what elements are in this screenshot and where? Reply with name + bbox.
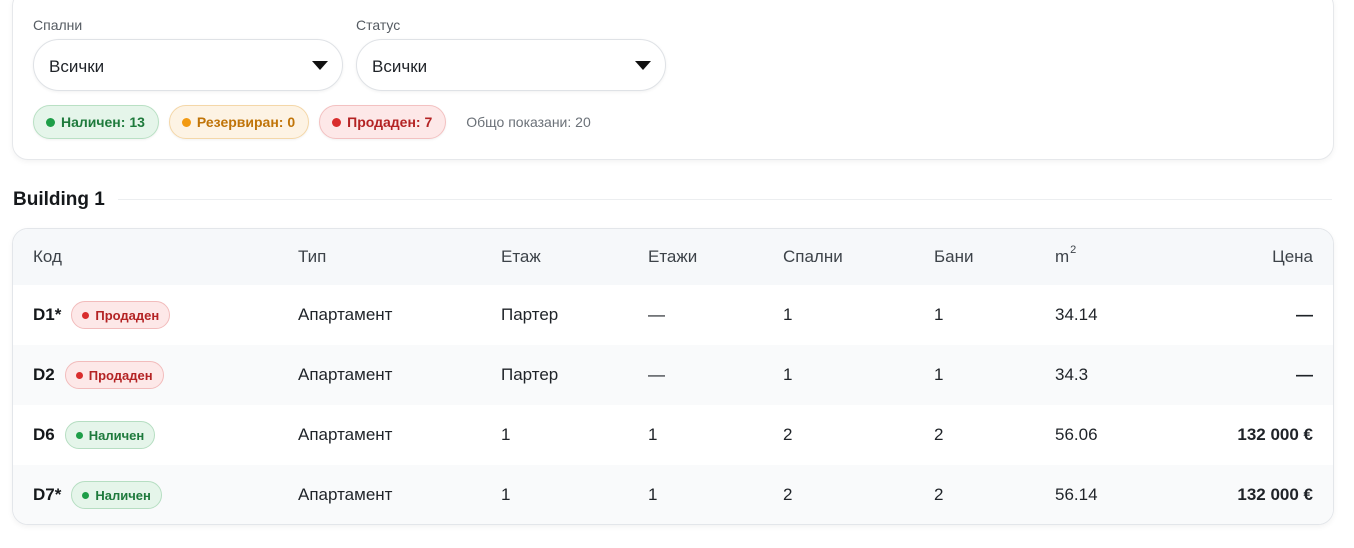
type-cell: Апартамент xyxy=(298,305,393,324)
bathrooms-cell: 1 xyxy=(934,365,944,384)
floors-cell: — xyxy=(648,305,665,324)
unit-code: D2 xyxy=(33,365,55,384)
red-dot-icon xyxy=(332,117,342,127)
code-cell: D1* Продаден xyxy=(33,285,171,345)
header-floor[interactable]: Етаж xyxy=(501,229,541,285)
table-header: Код Тип Етаж Етажи Спални Бани m2 Цена xyxy=(13,229,1333,285)
header-area[interactable]: m2 xyxy=(1055,229,1076,285)
status-badge-label: Наличен xyxy=(88,427,145,443)
table-row[interactable]: D7* Наличен Апартамент 1 1 2 2 56.14 132… xyxy=(13,465,1333,524)
unit-code: D1* xyxy=(33,305,62,324)
units-table: Код Тип Етаж Етажи Спални Бани m2 Цена D… xyxy=(12,228,1334,525)
reserved-count-chip[interactable]: Резервиран: 0 xyxy=(168,105,310,139)
status-badge: Продаден xyxy=(64,361,164,389)
header-area-sup: 2 xyxy=(1070,244,1077,256)
bedrooms-cell: 2 xyxy=(783,485,793,504)
caret-down-icon xyxy=(635,61,651,70)
status-filter: Статус Всички xyxy=(356,15,666,91)
green-dot-icon xyxy=(46,117,55,127)
bedrooms-cell: 1 xyxy=(783,365,793,384)
green-dot-icon xyxy=(75,431,83,439)
price-cell: 132 000 € xyxy=(1237,425,1313,444)
type-cell: Апартамент xyxy=(298,425,393,444)
caret-down-icon xyxy=(312,61,328,70)
header-code[interactable]: Код xyxy=(33,229,62,285)
status-badge-label: Продаден xyxy=(95,307,160,323)
unit-code: D6 xyxy=(33,425,55,444)
price-cell: — xyxy=(1296,305,1313,324)
code-cell: D6 Наличен xyxy=(33,405,156,465)
header-floors[interactable]: Етажи xyxy=(648,229,697,285)
area-cell: 56.14 xyxy=(1055,485,1098,504)
status-select-value: Всички xyxy=(372,57,428,76)
filter-panel: Спални Всички Статус Всички Наличен: 13 … xyxy=(12,0,1334,160)
bathrooms-cell: 2 xyxy=(934,425,944,444)
available-count-chip[interactable]: Наличен: 13 xyxy=(33,105,159,139)
status-badge-label: Наличен xyxy=(95,487,151,503)
status-badge-label: Продаден xyxy=(88,367,153,383)
floors-cell: 1 xyxy=(648,425,658,444)
available-count-label: Наличен: 13 xyxy=(61,114,145,130)
table-row[interactable]: D2 Продаден Апартамент Партер — 1 1 34.3… xyxy=(13,345,1333,405)
area-cell: 34.3 xyxy=(1055,365,1089,384)
bathrooms-cell: 2 xyxy=(934,485,944,504)
floor-cell: Партер xyxy=(501,305,559,324)
area-cell: 56.06 xyxy=(1055,425,1098,444)
area-cell: 34.14 xyxy=(1055,305,1098,324)
building-title: Building 1 xyxy=(13,189,105,210)
bedrooms-select[interactable]: Всички xyxy=(33,39,343,91)
floors-cell: — xyxy=(648,365,665,384)
floor-cell: 1 xyxy=(501,425,511,444)
price-cell: 132 000 € xyxy=(1237,485,1313,504)
header-bathrooms[interactable]: Бани xyxy=(934,229,974,285)
status-select[interactable]: Всички xyxy=(356,39,666,91)
floor-cell: 1 xyxy=(501,485,511,504)
table-row[interactable]: D1* Продаден Апартамент Партер — 1 1 34.… xyxy=(13,285,1333,345)
divider xyxy=(118,199,1332,200)
orange-dot-icon xyxy=(181,117,191,127)
red-dot-icon xyxy=(75,371,83,379)
code-cell: D2 Продаден xyxy=(33,345,164,405)
code-cell: D7* Наличен xyxy=(33,465,162,524)
price-cell: — xyxy=(1296,365,1313,384)
bedrooms-filter-label: Спални xyxy=(33,17,83,33)
green-dot-icon xyxy=(82,491,90,499)
unit-code: D7* xyxy=(33,485,62,504)
bedrooms-cell: 1 xyxy=(783,305,793,324)
total-shown-text: Общо показани: 20 xyxy=(466,114,591,130)
status-badge: Продаден xyxy=(71,301,171,329)
header-price[interactable]: Цена xyxy=(1272,229,1313,285)
floor-cell: Партер xyxy=(501,365,559,384)
status-badge: Наличен xyxy=(71,481,162,509)
sold-count-label: Продаден: 7 xyxy=(347,114,433,130)
floors-cell: 1 xyxy=(648,485,658,504)
header-bedrooms[interactable]: Спални xyxy=(783,229,843,285)
bedrooms-cell: 2 xyxy=(783,425,793,444)
status-summary: Наличен: 13 Резервиран: 0 Продаден: 7 Об… xyxy=(33,105,591,139)
type-cell: Апартамент xyxy=(298,365,393,384)
table-row[interactable]: D6 Наличен Апартамент 1 1 2 2 56.06 132 … xyxy=(13,405,1333,465)
bedrooms-filter: Спални Всички xyxy=(33,15,343,91)
header-area-unit: m xyxy=(1055,247,1070,266)
red-dot-icon xyxy=(82,311,90,319)
status-filter-label: Статус xyxy=(356,17,401,33)
sold-count-chip[interactable]: Продаден: 7 xyxy=(319,105,447,139)
header-type[interactable]: Тип xyxy=(298,229,326,285)
reserved-count-label: Резервиран: 0 xyxy=(196,114,296,130)
status-badge: Наличен xyxy=(64,421,156,449)
bedrooms-select-value: Всички xyxy=(49,57,105,76)
type-cell: Апартамент xyxy=(298,485,393,504)
bathrooms-cell: 1 xyxy=(934,305,944,324)
